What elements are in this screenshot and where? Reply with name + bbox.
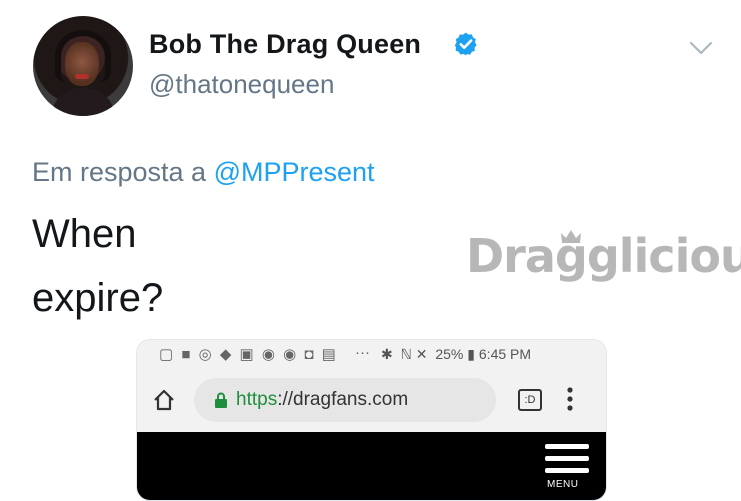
author-display-name[interactable]: Bob The Drag Queen [149, 29, 421, 60]
verified-badge-icon [454, 32, 477, 56]
reply-prefix: Em resposta a [32, 157, 207, 187]
reply-mention-link[interactable]: @MPPresent [214, 157, 375, 187]
chevron-down-icon[interactable] [688, 39, 714, 57]
watermark-logo: Dragglicious [466, 229, 741, 283]
browser-toolbar: https://dragfans.com :D [137, 374, 606, 426]
tabs-icon[interactable]: :D [518, 389, 542, 411]
status-right-group: ✱ ℕ ✕ 25% ▮ 6:45 PM [381, 346, 531, 363]
lock-icon [215, 392, 227, 408]
site-header: MENU [137, 432, 606, 500]
address-bar[interactable]: https://dragfans.com [194, 378, 496, 422]
embedded-phone-screenshot[interactable]: ▢ ■ ◎ ◆ ▣ ◉ ◉ ◘ ▤ ··· ✱ ℕ ✕ 25% ▮ 6:45 P… [136, 339, 607, 501]
avatar-face [65, 42, 99, 86]
tweet-text-line-2: expire? [32, 276, 164, 320]
url-domain: ://dragfans.com [277, 389, 409, 410]
url-text: https://dragfans.com [236, 389, 408, 411]
tweet-text-line-1: When [32, 212, 137, 256]
phone-status-bar: ▢ ■ ◎ ◆ ▣ ◉ ◉ ◘ ▤ ··· ✱ ℕ ✕ 25% ▮ 6:45 P… [137, 340, 606, 370]
site-menu-label[interactable]: MENU [547, 479, 578, 490]
reply-context: Em resposta a @MPPresent [32, 157, 375, 188]
url-scheme: https [236, 389, 278, 410]
author-avatar[interactable] [33, 16, 133, 116]
avatar-body [51, 88, 115, 116]
battery-level: 25% [435, 346, 464, 362]
home-icon[interactable] [151, 387, 177, 413]
signal-icons: ℕ ✕ [400, 346, 428, 362]
more-notifications: ··· [355, 344, 370, 361]
hamburger-menu-icon[interactable] [545, 442, 589, 476]
notification-icons: ▢ ■ ◎ ◆ ▣ ◉ ◉ ◘ ▤ [159, 346, 338, 363]
battery-icon: ▮ [467, 346, 475, 362]
watermark-text: Dragglicious [466, 229, 741, 283]
more-vert-icon[interactable] [566, 386, 574, 412]
author-handle[interactable]: @thatonequeen [149, 69, 334, 100]
status-time: 6:45 PM [478, 346, 532, 362]
bluetooth-icon: ✱ [381, 346, 393, 362]
avatar-lips [75, 74, 89, 79]
crown-icon [561, 230, 581, 243]
